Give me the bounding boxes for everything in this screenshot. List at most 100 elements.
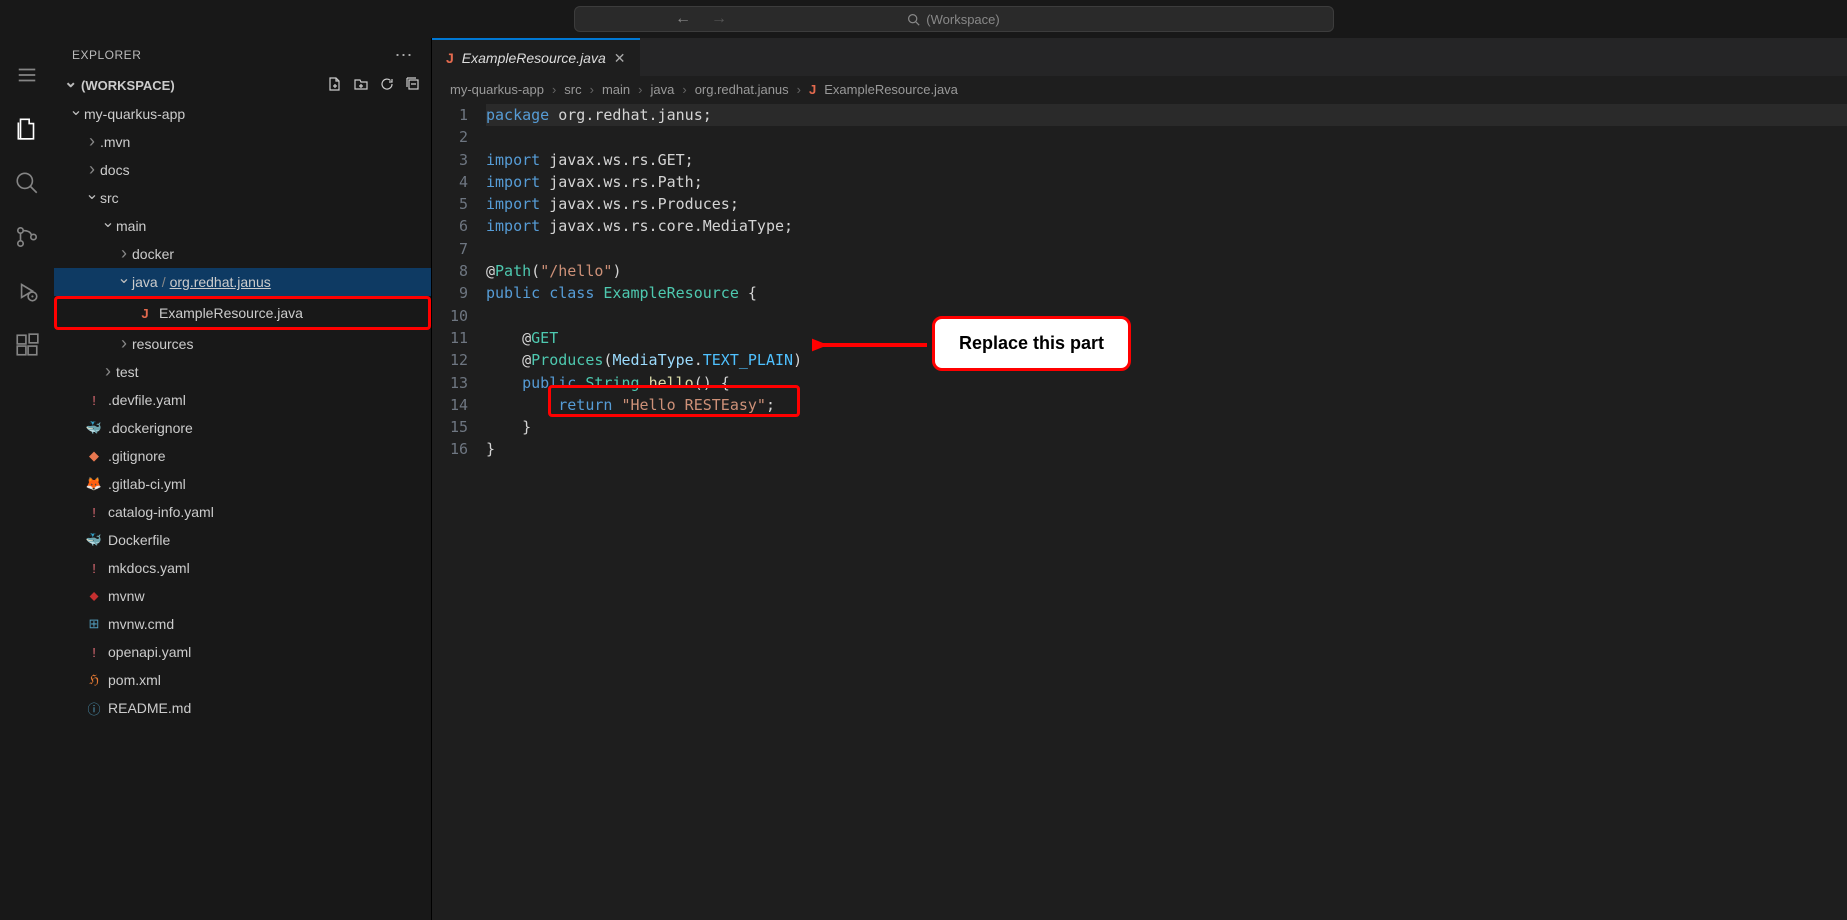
folder-java-package[interactable]: java/org.redhat.janus [54, 268, 431, 296]
workspace-actions [327, 76, 421, 95]
chevron-right-icon [100, 361, 116, 382]
file-openapi[interactable]: ! openapi.yaml [54, 638, 431, 666]
breadcrumb-segment[interactable]: org.redhat.janus [695, 82, 789, 97]
file-label: .gitlab-ci.yml [108, 476, 186, 492]
menu-icon[interactable] [14, 62, 40, 88]
file-label: pom.xml [108, 672, 161, 688]
close-tab-button[interactable]: ✕ [614, 50, 626, 67]
folder-label: src [100, 190, 119, 206]
file-gitlab-ci[interactable]: 🦊.gitlab-ci.yml [54, 470, 431, 498]
breadcrumb-segment[interactable]: main [602, 82, 630, 97]
file-dockerignore[interactable]: 🐳.dockerignore [54, 414, 431, 442]
java-file-icon: J [446, 50, 454, 66]
docker-file-icon: 🐳 [84, 420, 104, 436]
file-label: openapi.yaml [108, 644, 191, 660]
breadcrumb-segment[interactable]: my-quarkus-app [450, 82, 544, 97]
explorer-more-button[interactable]: ⋯ [395, 45, 414, 66]
folder-src[interactable]: src [54, 184, 431, 212]
folder-label: main [116, 218, 146, 234]
breadcrumb-segment[interactable]: ExampleResource.java [824, 82, 958, 97]
source-control-icon[interactable] [14, 224, 40, 250]
folder-label: test [116, 364, 139, 380]
chevron-right-icon [116, 333, 132, 354]
refresh-button[interactable] [379, 76, 395, 95]
file-label: mvnw [108, 588, 145, 604]
file-label: mvnw.cmd [108, 616, 174, 632]
gitlab-file-icon: 🦊 [84, 476, 104, 492]
nav-forward-button[interactable]: → [711, 10, 727, 28]
maven-file-icon: ⬥ [84, 588, 104, 604]
file-readme[interactable]: ⓘREADME.md [54, 694, 431, 722]
file-mkdocs[interactable]: !mkdocs.yaml [54, 554, 431, 582]
docker-file-icon: 🐳 [84, 532, 104, 548]
activity-bar [0, 38, 54, 920]
file-example-resource[interactable]: J ExampleResource.java [57, 299, 428, 327]
folder-docs[interactable]: docs [54, 156, 431, 184]
file-gitignore[interactable]: ◆.gitignore [54, 442, 431, 470]
code-content[interactable]: package org.redhat.janus; import javax.w… [486, 104, 1847, 461]
search-activity-icon[interactable] [14, 170, 40, 196]
new-file-button[interactable] [327, 76, 343, 95]
yaml-file-icon: ! [84, 505, 104, 520]
java-file-icon: J [135, 306, 155, 321]
file-label: .gitignore [108, 448, 166, 464]
workspace-header[interactable]: (WORKSPACE) [54, 72, 431, 98]
callout-text: Replace this part [959, 333, 1104, 353]
file-dockerfile[interactable]: 🐳Dockerfile [54, 526, 431, 554]
folder-mvn[interactable]: .mvn [54, 128, 431, 156]
java-file-icon: J [809, 82, 816, 97]
file-mvnw[interactable]: ⬥mvnw [54, 582, 431, 610]
tab-example-resource[interactable]: J ExampleResource.java ✕ [432, 38, 640, 76]
folder-docker[interactable]: docker [54, 240, 431, 268]
extensions-icon[interactable] [14, 332, 40, 358]
chevron-down-icon [100, 215, 116, 235]
file-pom[interactable]: ℌpom.xml [54, 666, 431, 694]
new-folder-button[interactable] [353, 76, 369, 95]
explorer-icon[interactable] [14, 116, 40, 142]
code-editor[interactable]: 1234 5678 9101112 13141516 package org.r… [432, 102, 1847, 461]
explorer-header: EXPLORER ⋯ [54, 38, 431, 72]
file-devfile[interactable]: !.devfile.yaml [54, 386, 431, 414]
nav-back-button[interactable]: ← [675, 10, 691, 28]
search-icon [907, 13, 920, 26]
file-label: Dockerfile [108, 532, 170, 548]
folder-label: my-quarkus-app [84, 106, 185, 122]
folder-label: java [132, 274, 158, 290]
file-catalog-info[interactable]: ! catalog-info.yaml [54, 498, 431, 526]
collapse-all-button[interactable] [405, 76, 421, 95]
info-file-icon: ⓘ [84, 699, 104, 718]
file-label: .dockerignore [108, 420, 193, 436]
titlebar: ← → (Workspace) [0, 0, 1847, 38]
folder-test[interactable]: test [54, 358, 431, 386]
breadcrumbs[interactable]: my-quarkus-app› src› main› java› org.red… [432, 76, 1847, 102]
line-numbers: 1234 5678 9101112 13141516 [432, 104, 486, 461]
file-tree: my-quarkus-app .mvn docs src main docker… [54, 98, 431, 722]
file-label: mkdocs.yaml [108, 560, 190, 576]
folder-main[interactable]: main [54, 212, 431, 240]
windows-file-icon: ⊞ [84, 616, 104, 632]
annotation-callout: Replace this part [932, 316, 1131, 371]
explorer-sidebar: EXPLORER ⋯ (WORKSPACE) my-quarkus-app .m… [54, 38, 432, 920]
file-label: README.md [108, 700, 191, 716]
chevron-down-icon [116, 271, 132, 291]
yaml-file-icon: ! [84, 645, 104, 660]
file-label: ExampleResource.java [159, 305, 303, 321]
breadcrumb-segment[interactable]: src [564, 82, 581, 97]
chevron-right-icon [84, 159, 100, 180]
folder-project[interactable]: my-quarkus-app [54, 100, 431, 128]
file-label: catalog-info.yaml [108, 504, 214, 520]
breadcrumb-segment[interactable]: java [651, 82, 675, 97]
debug-icon[interactable] [14, 278, 40, 304]
package-label: org.redhat.janus [170, 274, 271, 290]
folder-label: resources [132, 336, 193, 352]
folder-resources[interactable]: resources [54, 330, 431, 358]
nav-buttons: ← → [675, 10, 727, 28]
chevron-down-icon [84, 187, 100, 207]
workspace-label: (WORKSPACE) [81, 78, 175, 93]
tab-label: ExampleResource.java [462, 50, 606, 66]
file-mvnw-cmd[interactable]: ⊞mvnw.cmd [54, 610, 431, 638]
search-placeholder: (Workspace) [926, 12, 999, 27]
chevron-right-icon [116, 243, 132, 264]
annotation-highlight-file: J ExampleResource.java [54, 296, 431, 330]
chevron-right-icon [84, 131, 100, 152]
